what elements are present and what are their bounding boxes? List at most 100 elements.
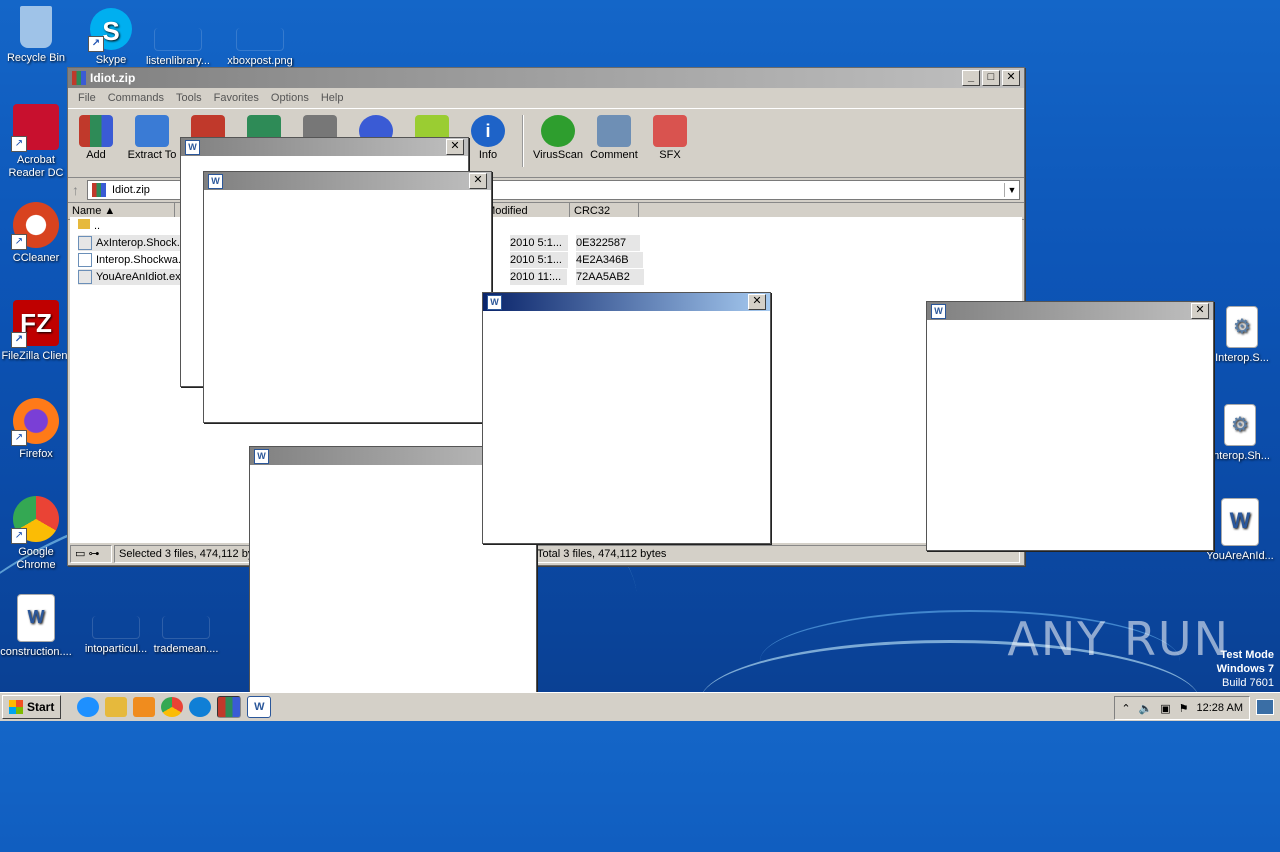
desktop-icon-interop-sh[interactable]: ⚙ Interop.Sh... [1204,404,1276,463]
volume-icon[interactable]: 🔈 [1139,702,1153,715]
windows-logo-icon [9,700,23,714]
desktop-icon-firefox[interactable]: ↗ Firefox [0,398,72,461]
close-button[interactable]: ✕ [469,173,487,189]
menu-commands[interactable]: Commands [102,92,170,104]
folder-icon [78,219,90,229]
show-desktop-button[interactable] [1256,699,1274,715]
dll-icon [78,236,92,251]
popup-titlebar[interactable]: W ✕ [181,138,468,156]
desktop-icon-construction[interactable]: W construction.... [0,594,72,659]
shortcut-arrow-icon: ↗ [11,234,27,250]
list-item[interactable]: .. [78,218,100,234]
winrar-app-icon [72,71,86,85]
cell-modified: 2010 11:... [510,269,568,285]
virusscan-button[interactable]: VirusScan [530,115,586,161]
file-icon [92,616,140,639]
desktop-icon-listenlibrary[interactable]: listenlibrary... [142,8,214,68]
toolbar-separator [522,115,524,167]
extract-to-button[interactable]: Extract To [124,115,180,161]
network-icon[interactable]: ▣ [1160,702,1170,715]
add-button[interactable]: Add [68,115,124,161]
popup-window[interactable]: W ✕ [482,292,771,544]
menu-file[interactable]: File [72,92,102,104]
window-title: Idiot.zip [90,71,136,85]
sfx-icon [653,115,687,147]
menu-tools[interactable]: Tools [170,92,208,104]
winrar-taskbar-icon[interactable] [217,696,242,718]
dll-icon: ⚙ [1224,404,1256,446]
maximize-button[interactable]: □ [982,70,1000,86]
start-button[interactable]: Start [2,695,62,719]
word-icon: W [185,139,200,155]
up-arrow-icon[interactable]: ↑ [72,182,79,198]
menu-options[interactable]: Options [265,92,315,104]
drive-icon[interactable]: ▭ ⊶ [70,545,112,563]
word-icon: W [254,448,269,464]
close-button[interactable]: ✕ [1002,70,1020,86]
ccleaner-icon: ↗ [11,202,59,250]
comment-button[interactable]: Comment [586,115,642,161]
shortcut-arrow-icon: ↗ [88,36,104,52]
chevron-down-icon[interactable]: ▼ [1004,183,1019,197]
list-item[interactable]: YouAreAnIdiot.ex... [78,269,190,285]
file-icon [154,28,202,51]
desktop-icon-filezilla[interactable]: FZ ↗ FileZilla Client [0,300,72,363]
flag-icon[interactable]: ⚑ [1179,702,1189,715]
ie-icon[interactable] [77,697,100,717]
close-button[interactable]: ✕ [748,294,766,310]
status-bar: ▭ ⊶ Selected 3 files, 474,112 by Total 3… [70,545,1022,563]
clock[interactable]: 12:28 AM [1197,702,1243,714]
popup-titlebar[interactable]: W ✕ [204,172,491,190]
media-player-icon[interactable] [133,697,156,717]
menu-favorites[interactable]: Favorites [208,92,265,104]
taskbar: Start W ⌃ 🔈 ▣ ⚑ 12:28 AM [0,692,1280,721]
list-item[interactable]: AxInterop.Shock... [78,235,186,251]
shortcut-arrow-icon: ↗ [11,136,27,152]
popup-window[interactable]: W ✕ [203,171,492,423]
exe-icon [78,270,92,285]
shortcut-arrow-icon: ↗ [11,332,27,348]
close-button[interactable]: ✕ [1191,303,1209,319]
popup-titlebar[interactable]: W ✕ [927,302,1213,320]
popup-titlebar[interactable]: W ✕ [483,293,770,311]
cell-crc32: 4E2A346B [576,252,643,268]
edge-icon[interactable] [189,697,212,717]
cell-modified: 2010 5:1... [510,235,568,251]
desktop-icon-acrobat[interactable]: ↗ Acrobat Reader DC [0,104,72,180]
chrome-icon[interactable] [161,697,184,717]
comment-icon [597,115,631,147]
popup-window[interactable]: W ✕ [926,301,1214,551]
explorer-icon[interactable] [105,697,128,717]
zip-icon [92,183,106,197]
sfx-button[interactable]: SFX [642,115,698,161]
cell-crc32: 0E322587 [576,235,641,251]
desktop-icon-intoparticul[interactable]: intoparticul... [80,596,152,656]
firefox-icon: ↗ [11,398,59,446]
desktop-icon-xboxpost[interactable]: xboxpost.png [224,8,296,68]
tray-expand-icon[interactable]: ⌃ [1121,702,1130,715]
desktop-icon-youareanidiot[interactable]: W YouAreAnId... [1204,498,1276,563]
desktop-icon-interop-s[interactable]: ⚙ Interop.S... [1206,306,1278,365]
test-mode-label: Test Mode Windows 7 Build 7601 [1216,649,1274,689]
acrobat-icon: ↗ [11,104,59,152]
menu-bar: File Commands Tools Favorites Options He… [68,88,1024,108]
image-icon [236,28,284,51]
word-doc-icon: W [17,594,55,642]
menu-help[interactable]: Help [315,92,350,104]
filezilla-icon: FZ ↗ [11,300,59,348]
winrar-titlebar[interactable]: Idiot.zip _ □ ✕ [68,68,1024,88]
chrome-icon: ↗ [11,496,59,544]
skype-icon: S ↗ [88,8,132,52]
list-item[interactable]: Interop.Shockwa... [78,252,187,268]
desktop-icon-ccleaner[interactable]: ↗ CCleaner [0,202,72,265]
desktop-icon-trademean[interactable]: trademean.... [150,596,222,656]
desktop-icon-recycle-bin[interactable]: Recycle Bin [0,6,72,65]
minimize-button[interactable]: _ [962,70,980,86]
desktop-icon-skype[interactable]: S ↗ Skype [75,8,147,67]
file-icon [162,616,210,639]
system-tray: ⌃ 🔈 ▣ ⚑ 12:28 AM [1114,696,1250,720]
add-archive-icon [79,115,113,147]
word-taskbar-icon[interactable]: W [247,696,272,718]
desktop-icon-chrome[interactable]: ↗ Google Chrome [0,496,72,572]
close-button[interactable]: ✕ [446,139,464,155]
